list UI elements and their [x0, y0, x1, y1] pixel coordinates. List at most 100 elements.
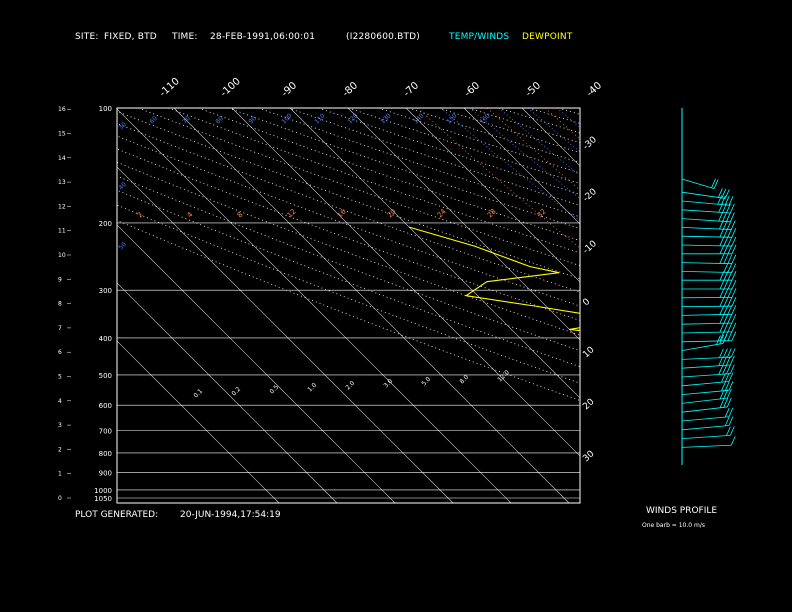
mixing-ratio-label: 16 [336, 207, 348, 219]
dry-adiabat-line [558, 108, 580, 115]
dry-adiabat-line [438, 108, 580, 153]
isotherm-label-right: 30 [581, 449, 596, 464]
height-tick-label: 4 [58, 398, 62, 405]
wind-barb [681, 313, 732, 316]
wind-barb-feather [723, 314, 729, 324]
dry-adiabat-line [589, 108, 792, 498]
dry-adiabat-line [528, 108, 580, 124]
isotherm-label-top: -50 [524, 80, 544, 99]
dry-adiabat-line [117, 110, 580, 280]
isotherm-label-right: 20 [581, 397, 596, 412]
wind-barb-feather [723, 236, 729, 247]
height-tick-label: 12 [58, 203, 66, 210]
mixing-ratio-label: 2 [136, 211, 145, 220]
wind-barb-feather [722, 348, 728, 358]
mixing-ratio-line [417, 108, 580, 249]
line-value-label: 5.0 [420, 376, 432, 388]
isotherm-line [347, 108, 580, 341]
mixing-ratio-line [632, 108, 792, 498]
isotherm-label-top: -70 [402, 80, 422, 99]
wind-barb-feather [723, 331, 729, 342]
mixing-ratio-label: 8 [236, 211, 245, 220]
wind-barb-feather [724, 407, 730, 418]
height-tick-label: 8 [58, 301, 62, 308]
moist-adiabat-line [644, 108, 792, 498]
dry-adiabat-line [138, 108, 580, 267]
moist-adiabat-label: 50 [117, 241, 127, 251]
wind-barb-feather [719, 297, 725, 307]
isotherm-line [521, 108, 580, 167]
wind-barb-feather [731, 263, 737, 273]
height-tick-label: 1 [58, 471, 62, 478]
wind-barb-feather [727, 279, 733, 290]
wind-barb [681, 373, 731, 378]
height-tick-label: 2 [58, 446, 62, 453]
dry-adiabat-line [679, 108, 792, 498]
isotherm-label-top: -90 [280, 80, 300, 99]
wind-barb-feather [717, 195, 723, 205]
wind-barb-feather [718, 365, 724, 375]
dry-adiabat-line [228, 108, 580, 229]
isotherm-line [579, 108, 580, 109]
moist-adiabat-label: 70 [181, 115, 191, 125]
wind-barb-feather [730, 220, 736, 230]
wind-barb-feather [719, 288, 725, 298]
wind-barb-feather [726, 364, 731, 375]
dry-adiabat-line [258, 108, 580, 218]
pressure-tick-label: 300 [99, 287, 112, 295]
isotherm-line [289, 108, 580, 399]
isotherm-label-right: 10 [581, 345, 596, 360]
wind-barb-feather [726, 397, 732, 408]
wind-barb-feather [719, 314, 725, 324]
pressure-tick-label: 800 [99, 450, 112, 458]
moist-adiabat-label: 100 [280, 112, 293, 125]
wind-barb-feather [731, 313, 737, 324]
wind-barb [681, 340, 732, 343]
moist-adiabat-line [586, 108, 792, 498]
moist-adiabat-label: 40 [117, 181, 127, 191]
wind-barb-feather [727, 236, 733, 247]
wind-barb [681, 381, 730, 387]
dry-adiabat-line [117, 204, 580, 384]
height-tick-label: 14 [58, 155, 66, 162]
wind-barb-feather [727, 331, 733, 341]
mixing-ratio-line [486, 108, 580, 191]
dry-adiabat-line [408, 108, 580, 164]
isotherm-line [754, 108, 792, 503]
isotherm-label-right: -10 [581, 239, 599, 256]
isotherm-line [173, 108, 570, 503]
wind-barb-feather [731, 271, 737, 281]
wind-barb [681, 364, 731, 369]
wind-barb-feather [726, 426, 731, 436]
isotherm-label-top: -100 [219, 76, 243, 99]
moist-adiabat-label: 80 [214, 115, 224, 125]
line-value-label: 0.5 [268, 384, 280, 396]
wind-barb [681, 425, 730, 431]
wind-barb-feather [719, 236, 725, 246]
wind-barb-feather [719, 279, 725, 290]
height-tick-label: 7 [58, 325, 62, 332]
wind-barb-feather [727, 288, 733, 298]
wind-barb-feather [729, 212, 735, 222]
plot-generated-label: PLOT GENERATED: [75, 510, 159, 520]
wind-barb-feather [723, 279, 729, 290]
winds-barb-note: One barb = 10.0 m/s [642, 522, 705, 529]
height-tick-label: 10 [58, 252, 66, 259]
moist-adiabat-label: 60 [148, 115, 158, 125]
isotherm-line [638, 108, 792, 503]
adiabat-lines [117, 108, 792, 498]
moist-adiabat-line [527, 108, 580, 153]
wind-barb-feather [731, 297, 737, 307]
wind-barb-feather [731, 228, 737, 238]
wind-barb [681, 356, 732, 360]
moist-adiabat-line [731, 108, 792, 498]
wind-barb-feather [731, 254, 737, 264]
mixing-ratio-label: 4 [186, 210, 195, 219]
dry-adiabat-line [117, 123, 580, 293]
isotherm-line [117, 282, 338, 503]
wind-barb-feather [722, 212, 727, 222]
wind-barb-feather [728, 407, 734, 417]
moist-adiabat-label: 130 [379, 112, 392, 125]
wind-barb-feather [728, 196, 734, 206]
wind-barb [681, 322, 732, 325]
